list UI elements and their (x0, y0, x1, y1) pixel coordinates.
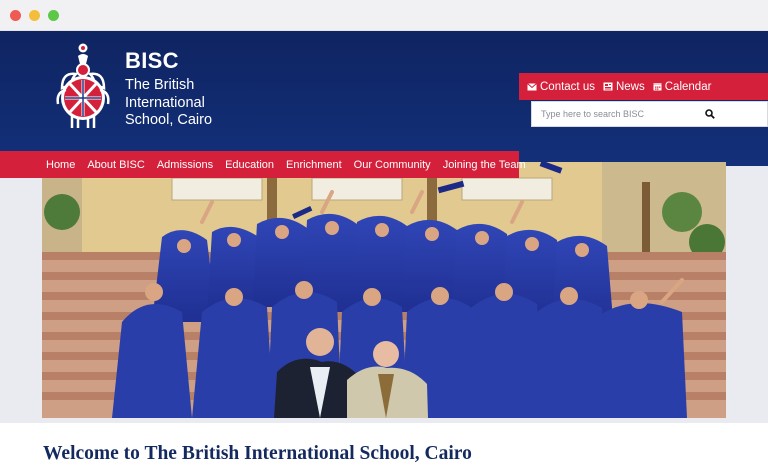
close-window-dot[interactable] (10, 10, 21, 21)
school-logo-icon[interactable] (52, 42, 114, 130)
brand-line-3: School, Cairo (125, 112, 213, 128)
news-link[interactable]: News (603, 81, 645, 93)
brand-line-1: The British (125, 77, 195, 93)
nav-item-joining-the-team[interactable]: Joining the Team (443, 159, 526, 171)
nav-item-home[interactable]: Home (46, 159, 75, 171)
nav-item-our-community[interactable]: Our Community (354, 159, 431, 171)
nav-item-enrichment[interactable]: Enrichment (286, 159, 342, 171)
search-input[interactable] (532, 102, 732, 126)
news-label: News (615, 80, 645, 93)
nav-item-admissions[interactable]: Admissions (157, 159, 213, 171)
search-icon[interactable] (705, 109, 715, 119)
brand-name: BISC (125, 48, 179, 73)
brand-block[interactable]: BISC The British International School, C… (125, 50, 212, 130)
maximize-window-dot[interactable] (48, 10, 59, 21)
nav-item-about-bisc[interactable]: About BISC (87, 159, 144, 171)
contact-us-label: Contact us (540, 80, 595, 93)
main-nav: Home About BISC Admissions Education Enr… (0, 151, 526, 178)
search-box (531, 101, 768, 127)
brand-line-2: International (125, 94, 205, 111)
utility-bar: Contact us News Calendar (519, 73, 768, 100)
calendar-icon (653, 83, 662, 91)
browser-chrome (0, 0, 768, 31)
nav-item-education[interactable]: Education (225, 159, 274, 171)
newspaper-icon (603, 82, 613, 91)
calendar-label: Calendar (664, 80, 712, 93)
hero-graduation-photo (42, 162, 726, 418)
minimize-window-dot[interactable] (29, 10, 40, 21)
calendar-link[interactable]: Calendar (653, 80, 712, 93)
envelope-icon (527, 82, 537, 90)
welcome-heading: Welcome to The British International Sch… (43, 443, 472, 464)
contact-us-link[interactable]: Contact us (527, 81, 595, 93)
